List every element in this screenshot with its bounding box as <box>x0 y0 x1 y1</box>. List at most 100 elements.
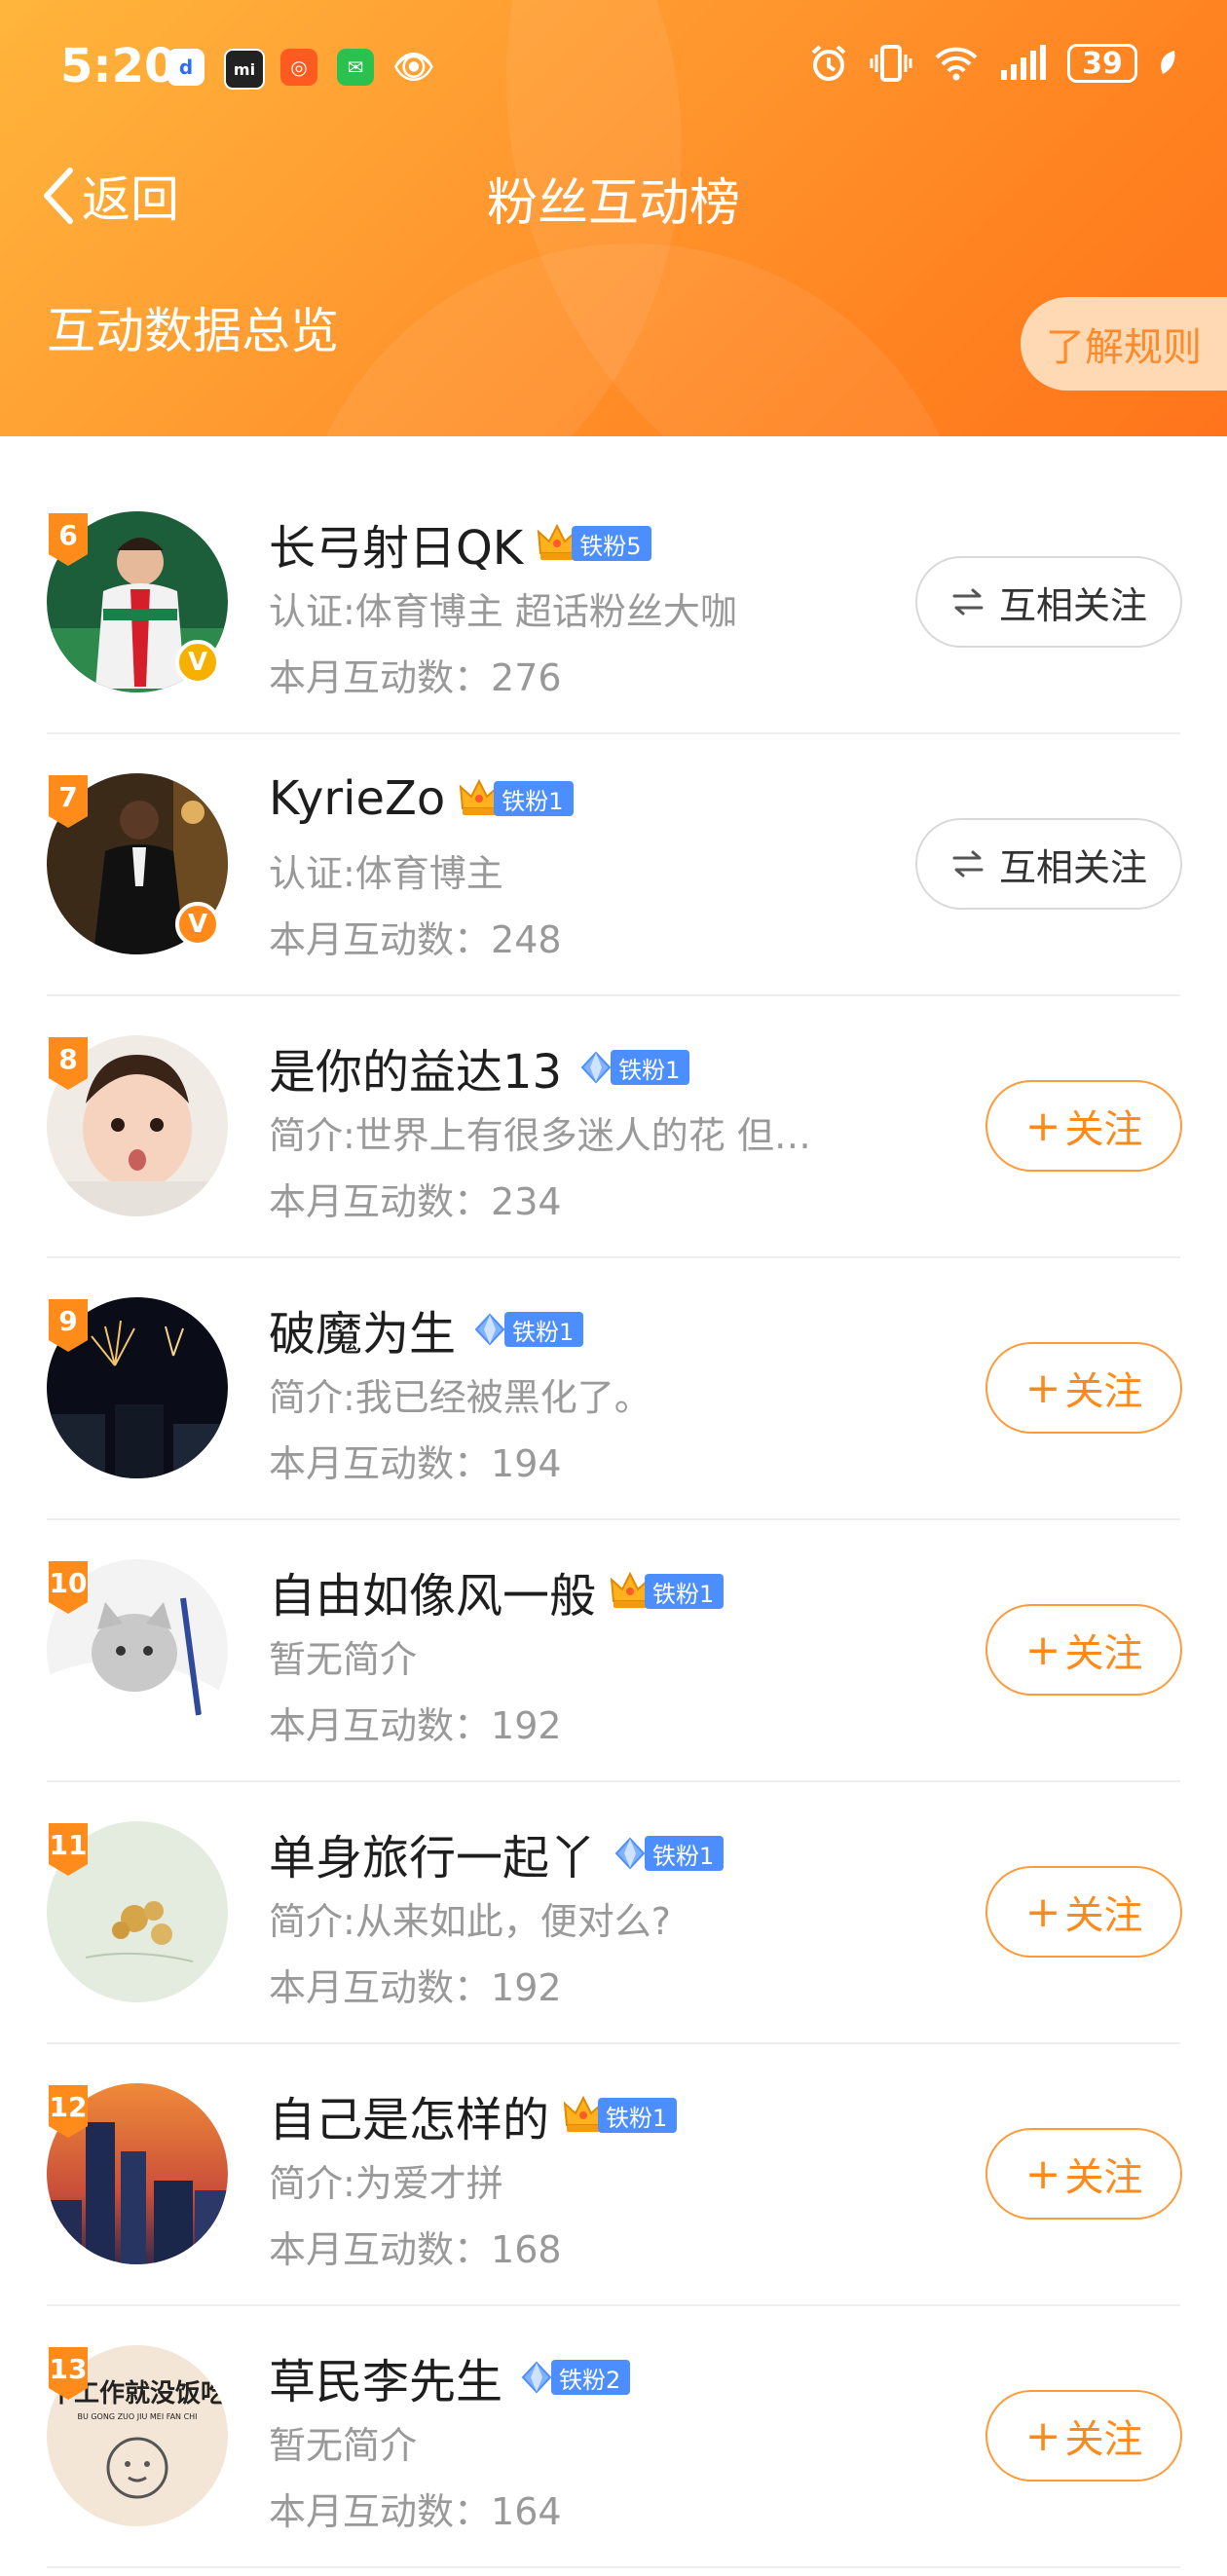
fan-name[interactable]: KyrieZo <box>269 771 445 826</box>
fan-level-label: 铁粉5 <box>572 526 651 561</box>
fan-description: 认证:体育博主 超话粉丝大咖 <box>269 590 737 633</box>
interaction-count-value: 164 <box>491 2490 562 2533</box>
fan-row[interactable]: 7 V KyrieZo 铁粉1 认证:体育博主 本月互动数：248 互相关注 <box>0 734 1227 996</box>
fan-row[interactable]: 10 自由如像风一般 铁粉1 暂无简介 本月互动数：192 + 关注 <box>0 1520 1227 1782</box>
interaction-count-label: 本月互动数： <box>269 1704 492 1747</box>
mutual-follow-label: 互相关注 <box>998 583 1147 627</box>
follow-label: 关注 <box>1064 1369 1143 1414</box>
fan-level-label: 铁粉1 <box>645 1574 725 1609</box>
fan-row[interactable]: 11 单身旅行一起丫 铁粉1 简介:从来如此，便对么? 本月互动数：192 + 关注 <box>0 1782 1227 2044</box>
fan-name[interactable]: 破魔为生 <box>269 1295 456 1363</box>
interaction-count-label: 本月互动数： <box>269 656 492 699</box>
follow-button[interactable]: + 关注 <box>985 2128 1182 2220</box>
fan-name[interactable]: 是你的益达13 <box>269 1033 562 1101</box>
mutual-follow-button[interactable]: 互相关注 <box>915 556 1182 648</box>
follow-button[interactable]: + 关注 <box>985 1866 1182 1958</box>
fan-row[interactable]: 6 V 长弓射日QK 铁粉5 认证:体育博主 超话粉丝大咖 本月互动数：276 互相关注 <box>0 472 1227 734</box>
fan-name[interactable]: 草民李先生 <box>269 2343 502 2411</box>
fan-row[interactable]: 9 破魔为生 铁粉1 简介:我已经被黑化了。 本月互动数：194 + 关注 <box>0 1258 1227 1520</box>
follow-button[interactable]: + 关注 <box>985 1604 1182 1696</box>
fan-description: 暂无简介 <box>269 1638 418 1681</box>
rules-button[interactable]: 了解规则 <box>1021 297 1227 391</box>
mi-app-icon: mi <box>224 49 265 90</box>
fan-level-label: 铁粉1 <box>598 2098 678 2133</box>
interaction-count-value: 276 <box>491 656 562 699</box>
signal-icon <box>1001 45 1046 80</box>
plus-icon: + <box>1024 1624 1061 1675</box>
interaction-count-value: 234 <box>491 1180 562 1223</box>
interaction-count-label: 本月互动数： <box>269 1180 492 1223</box>
interaction-count: 本月互动数：234 <box>269 1172 562 1225</box>
fan-row[interactable]: 不工作就没饭吃 BU GONG ZUO JIU MEI FAN CHI 13 草民李先… <box>0 2306 1227 2568</box>
follow-button[interactable]: + 关注 <box>985 2390 1182 2482</box>
vibrate-icon <box>870 45 912 82</box>
avatar-logo-subtext: BU GONG ZUO JIU MEI FAN CHI <box>77 2412 197 2421</box>
fan-description: 简介:我已经被黑化了。 <box>269 1376 651 1419</box>
wifi-icon <box>935 47 978 81</box>
swap-arrows-icon <box>952 850 984 877</box>
fan-description: 简介:世界上有很多迷人的花 但… <box>269 1114 811 1157</box>
interaction-count: 本月互动数：164 <box>269 2482 562 2535</box>
plus-icon: + <box>1024 1886 1061 1937</box>
fan-level-badge: 铁粉1 <box>563 2095 678 2136</box>
header: 5:20 d mi ◎ ✉ 👁 39 返回 粉丝互动榜 互动数据总览 了解规则 <box>0 0 1227 436</box>
interaction-count: 本月互动数：276 <box>269 648 562 701</box>
interaction-count: 本月互动数：168 <box>269 2220 562 2273</box>
fan-level-label: 铁粉1 <box>611 1050 690 1085</box>
leaf-icon <box>1161 51 1175 74</box>
fan-row[interactable]: 8 是你的益达13 铁粉1 简介:世界上有很多迷人的花 但… 本月互动数：234 + 关注 <box>0 996 1227 1258</box>
battery-indicator: 39 <box>1067 44 1137 83</box>
follow-button[interactable]: + 关注 <box>985 1342 1182 1434</box>
interaction-count-label: 本月互动数： <box>269 2228 492 2271</box>
fan-name[interactable]: 单身旅行一起丫 <box>269 1819 596 1887</box>
fan-name[interactable]: 自己是怎样的 <box>269 2081 549 2149</box>
fan-name[interactable]: 长弓射日QK <box>269 509 523 578</box>
fan-description: 简介:从来如此，便对么? <box>269 1900 671 1943</box>
mutual-follow-label: 互相关注 <box>998 845 1147 889</box>
fan-description: 暂无简介 <box>269 2424 418 2467</box>
status-time: 5:20 <box>60 39 177 93</box>
fan-list: 6 V 长弓射日QK 铁粉5 认证:体育博主 超话粉丝大咖 本月互动数：276 互相关注 7 V… <box>0 472 1227 2568</box>
fan-level-label: 铁粉1 <box>504 1312 584 1347</box>
mutual-follow-button[interactable]: 互相关注 <box>915 818 1182 910</box>
plus-icon: + <box>1024 2148 1061 2199</box>
fan-level-badge: 铁粉2 <box>516 2357 631 2398</box>
interaction-count: 本月互动数：192 <box>269 1696 562 1749</box>
interaction-count-value: 168 <box>491 2228 562 2271</box>
follow-label: 关注 <box>1064 2417 1143 2462</box>
follow-button[interactable]: + 关注 <box>985 1080 1182 1172</box>
follow-label: 关注 <box>1064 1631 1143 1676</box>
plus-icon: + <box>1024 1101 1061 1151</box>
interaction-count-value: 192 <box>491 1966 562 2009</box>
eye-icon: 👁 <box>392 48 435 87</box>
interaction-count-label: 本月互动数： <box>269 1966 492 2009</box>
plus-icon: + <box>1024 2410 1061 2461</box>
fan-level-badge: 铁粉1 <box>469 1309 584 1350</box>
fan-description: 简介:为爱才拼 <box>269 2162 503 2205</box>
fan-level-label: 铁粉2 <box>551 2360 631 2395</box>
status-bar: 5:20 d mi ◎ ✉ 👁 39 <box>0 0 1227 136</box>
verified-badge-icon: V <box>175 902 220 947</box>
fan-level-badge: 铁粉1 <box>610 1571 725 1612</box>
wechat-icon: ✉ <box>337 49 374 86</box>
interaction-count-value: 192 <box>491 1704 562 1747</box>
alarm-icon <box>811 45 846 81</box>
plus-icon: + <box>1024 1363 1061 1413</box>
camera-app-icon: ◎ <box>280 49 317 86</box>
fan-description: 认证:体育博主 <box>269 852 503 895</box>
du-app-icon: d <box>167 49 204 86</box>
interaction-count-label: 本月互动数： <box>269 918 492 961</box>
fan-level-badge: 铁粉1 <box>576 1047 690 1088</box>
interaction-count: 本月互动数：192 <box>269 1958 562 2011</box>
fan-name[interactable]: 自由如像风一般 <box>269 1557 596 1625</box>
fan-level-badge: 铁粉5 <box>537 523 651 564</box>
follow-label: 关注 <box>1064 2155 1143 2200</box>
overview-label: 互动数据总览 <box>47 303 339 359</box>
interaction-count: 本月互动数：194 <box>269 1434 562 1487</box>
interaction-count: 本月互动数：248 <box>269 910 562 963</box>
follow-label: 关注 <box>1064 1893 1143 1938</box>
interaction-count-value: 248 <box>491 918 562 961</box>
follow-label: 关注 <box>1064 1107 1143 1152</box>
fan-row[interactable]: 12 自己是怎样的 铁粉1 简介:为爱才拼 本月互动数：168 + 关注 <box>0 2044 1227 2306</box>
interaction-count-value: 194 <box>491 1442 562 1485</box>
